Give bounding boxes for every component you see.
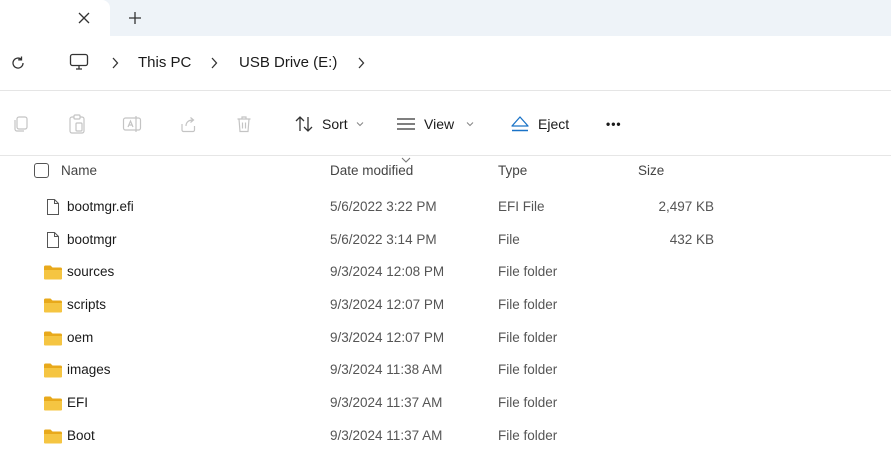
file-date-modified: 9/3/2024 11:38 AM bbox=[330, 362, 443, 378]
file-date-modified: 9/3/2024 12:08 PM bbox=[330, 264, 445, 280]
chevron-down-icon bbox=[466, 121, 474, 127]
file-size: 432 KB bbox=[669, 231, 714, 247]
file-name: oem bbox=[67, 329, 94, 345]
breadcrumb-chevron-icon[interactable] bbox=[108, 52, 122, 74]
file-type: File folder bbox=[498, 395, 558, 411]
chevron-down-icon bbox=[356, 121, 364, 127]
sort-label: Sort bbox=[322, 116, 348, 132]
file-row[interactable]: scripts 9/3/2024 12:07 PM File folder bbox=[0, 288, 891, 321]
trash-icon bbox=[237, 116, 251, 133]
delete-button[interactable] bbox=[233, 113, 255, 135]
file-name: bootmgr bbox=[67, 231, 117, 247]
column-header-size[interactable]: Size bbox=[638, 163, 664, 178]
select-all-checkbox[interactable] bbox=[34, 163, 49, 178]
file-row[interactable]: Boot 9/3/2024 11:37 AM File folder bbox=[0, 419, 891, 452]
file-type: EFI File bbox=[498, 199, 545, 214]
folder-icon bbox=[43, 262, 63, 282]
share-icon bbox=[181, 117, 196, 133]
file-type: File folder bbox=[498, 264, 558, 280]
sort-icon bbox=[295, 116, 313, 132]
file-row[interactable]: bootmgr 5/6/2022 3:14 PM File 432 KB bbox=[0, 223, 891, 256]
eject-button[interactable]: Eject bbox=[510, 111, 569, 137]
file-name: sources bbox=[67, 264, 115, 280]
file-row[interactable]: sources 9/3/2024 12:08 PM File folder bbox=[0, 255, 891, 288]
file-type: File folder bbox=[498, 329, 558, 345]
more-options-button[interactable]: ••• bbox=[606, 111, 622, 137]
eject-label: Eject bbox=[538, 116, 570, 132]
command-bar: Sort View Eject ••• bbox=[0, 91, 891, 156]
column-header-name[interactable]: Name bbox=[61, 163, 97, 178]
file-size: 2,497 KB bbox=[658, 199, 714, 214]
this-pc-location-button[interactable] bbox=[66, 50, 92, 74]
new-tab-button[interactable] bbox=[122, 5, 148, 31]
share-button[interactable] bbox=[177, 113, 199, 135]
file-icon bbox=[43, 230, 63, 250]
file-date-modified: 9/3/2024 11:37 AM bbox=[330, 427, 443, 443]
rename-button[interactable] bbox=[121, 113, 143, 135]
folder-icon bbox=[43, 360, 63, 380]
column-header-row: Name Date modified Type Size bbox=[0, 156, 891, 186]
file-type: File bbox=[498, 231, 520, 247]
file-date-modified: 9/3/2024 11:37 AM bbox=[330, 395, 443, 411]
file-row[interactable]: EFI 9/3/2024 11:37 AM File folder bbox=[0, 386, 891, 419]
folder-icon bbox=[43, 426, 63, 446]
file-icon bbox=[43, 197, 63, 217]
folder-icon bbox=[43, 295, 63, 315]
paste-button[interactable] bbox=[66, 113, 88, 135]
close-icon bbox=[78, 12, 90, 24]
breadcrumb-chevron-icon[interactable] bbox=[354, 52, 368, 74]
file-row[interactable]: images 9/3/2024 11:38 AM File folder bbox=[0, 353, 891, 386]
column-header-type[interactable]: Type bbox=[498, 163, 527, 178]
file-type: File folder bbox=[498, 427, 558, 443]
file-name: Boot bbox=[67, 427, 95, 443]
more-icon: ••• bbox=[606, 117, 622, 131]
rename-icon bbox=[122, 116, 142, 132]
paste-icon bbox=[69, 114, 85, 134]
file-type: File folder bbox=[498, 362, 558, 378]
refresh-button[interactable] bbox=[6, 51, 30, 75]
file-date-modified: 5/6/2022 3:14 PM bbox=[330, 231, 437, 247]
folder-icon bbox=[43, 328, 63, 348]
file-name: bootmgr.efi bbox=[67, 199, 134, 214]
file-row[interactable]: oem 9/3/2024 12:07 PM File folder bbox=[0, 321, 891, 354]
file-date-modified: 5/6/2022 3:22 PM bbox=[330, 199, 437, 214]
sort-button[interactable]: Sort bbox=[294, 111, 364, 137]
eject-icon bbox=[511, 116, 529, 132]
address-bar: This PC USB Drive (E:) bbox=[0, 36, 891, 91]
refresh-icon bbox=[12, 56, 24, 69]
breadcrumb-this-pc[interactable]: This PC bbox=[138, 53, 191, 73]
breadcrumb-usb-drive[interactable]: USB Drive (E:) bbox=[239, 53, 337, 73]
view-button[interactable]: View bbox=[396, 111, 474, 137]
file-date-modified: 9/3/2024 12:07 PM bbox=[330, 329, 445, 345]
file-name: images bbox=[67, 362, 111, 378]
close-tab-button[interactable] bbox=[72, 6, 96, 30]
folder-icon bbox=[43, 393, 63, 413]
column-header-date-modified[interactable]: Date modified bbox=[330, 163, 413, 178]
breadcrumb-chevron-icon[interactable] bbox=[207, 52, 221, 74]
file-row[interactable]: bootmgr.efi 5/6/2022 3:22 PM EFI File 2,497… bbox=[0, 190, 891, 223]
copy-button[interactable] bbox=[10, 113, 32, 135]
monitor-icon bbox=[69, 53, 89, 70]
file-date-modified: 9/3/2024 12:07 PM bbox=[330, 297, 445, 313]
copy-icon bbox=[14, 116, 28, 132]
tab-strip bbox=[0, 0, 891, 36]
file-type: File folder bbox=[498, 297, 558, 313]
file-list: bootmgr.efi 5/6/2022 3:22 PM EFI File 2,497… bbox=[0, 190, 891, 452]
view-label: View bbox=[424, 116, 455, 132]
view-list-icon bbox=[397, 118, 415, 130]
active-tab[interactable] bbox=[0, 0, 110, 36]
file-name: EFI bbox=[67, 395, 89, 411]
file-name: scripts bbox=[67, 297, 107, 313]
plus-icon bbox=[129, 12, 141, 24]
